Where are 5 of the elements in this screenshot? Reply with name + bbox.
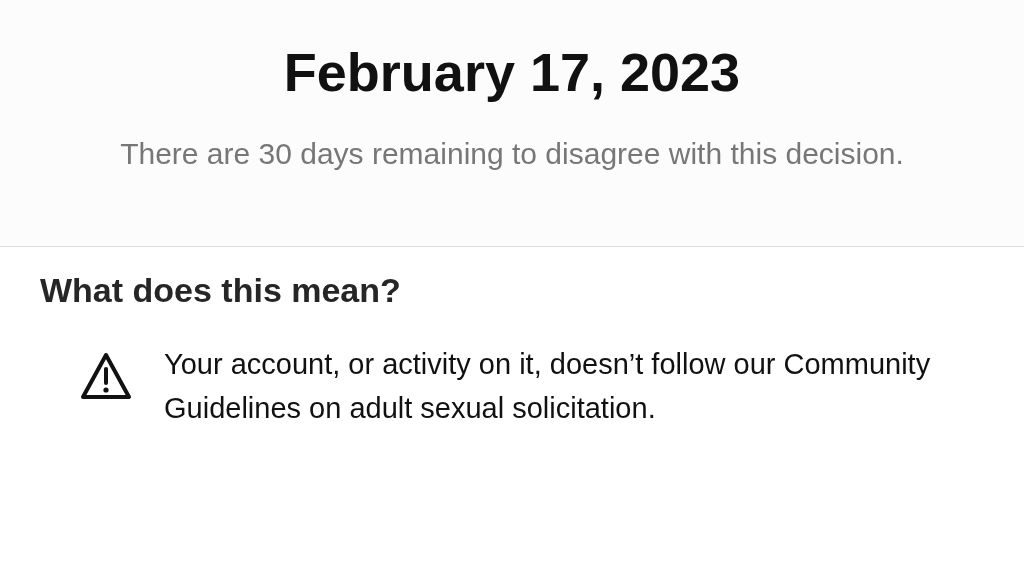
suspension-date-heading: February 17, 2023 [283,42,741,102]
explanation-text: Your account, or activity on it, doesn’t follow our Community Guidelines on adult sexual solicitation. [164,347,932,426]
section-heading: What does this mean? [40,271,402,310]
warning-icon [80,352,132,400]
remaining-days-text: There are 30 days remaining to disagree with this decision. [119,136,905,172]
